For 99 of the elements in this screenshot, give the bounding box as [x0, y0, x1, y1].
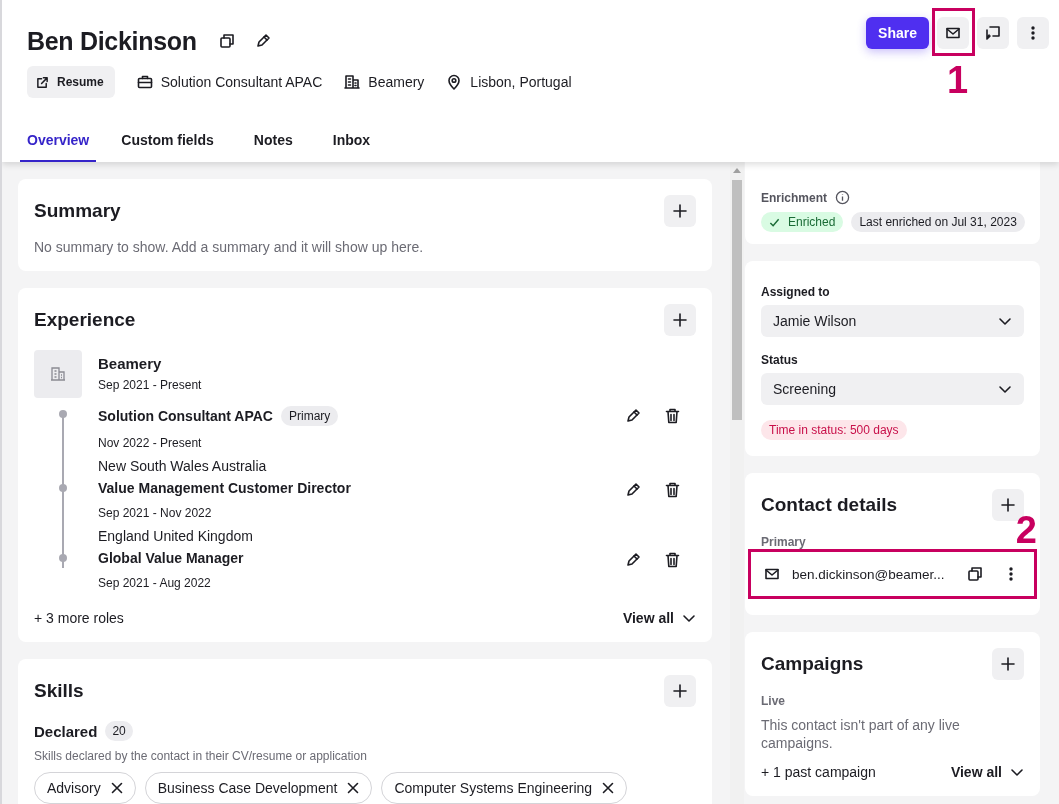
- section-title: Campaigns: [761, 653, 864, 675]
- plus-icon: [1001, 657, 1015, 671]
- more-icon: [1009, 566, 1013, 582]
- group-description: Skills declared by the contact in their CV/resume or application: [34, 749, 368, 763]
- info-icon[interactable]: [835, 190, 850, 205]
- trash-icon: [665, 482, 680, 498]
- more-icon: [1031, 25, 1035, 41]
- timeline-dot: [59, 410, 67, 418]
- section-label: Live: [761, 694, 786, 708]
- dropdown[interactable]: Jamie Wilson: [761, 305, 1024, 337]
- profile-detail: Beamery: [368, 74, 425, 90]
- edit-button[interactable]: [625, 552, 641, 568]
- reply-button[interactable]: [977, 17, 1009, 49]
- more-button[interactable]: [1009, 566, 1013, 582]
- email-button[interactable]: [937, 17, 969, 49]
- copy-button[interactable]: [967, 566, 983, 582]
- empty-message: This contact isn't part of any live campaigns.: [761, 716, 961, 753]
- date-range: Nov 2022 - Present: [98, 436, 203, 450]
- copy-icon: [967, 566, 983, 582]
- view-all-button[interactable]: View all: [950, 764, 1024, 781]
- role-title: Solution Consultant APAC: [98, 408, 273, 424]
- timeline-dot: [59, 554, 67, 562]
- add-button[interactable]: [664, 304, 696, 336]
- add-button[interactable]: [992, 648, 1024, 680]
- pencil-icon: [625, 552, 641, 568]
- email-address[interactable]: ben.dickinson@beamer...: [792, 566, 951, 582]
- building-icon: [344, 74, 361, 90]
- section-label: Primary: [761, 535, 807, 549]
- field-label: Assigned to: [761, 285, 831, 299]
- mail-icon: [764, 566, 780, 582]
- remove-icon[interactable]: [347, 782, 360, 794]
- edit-button[interactable]: [625, 408, 641, 424]
- time-in-status-pill: Time in status: 500 days: [761, 420, 907, 440]
- timeline-dot: [59, 484, 67, 492]
- section-title: Summary: [34, 200, 121, 222]
- add-button[interactable]: [664, 675, 696, 707]
- skill-tag[interactable]: Computer Systems Engineering: [381, 772, 628, 804]
- share-button[interactable]: Share: [866, 17, 929, 49]
- resume-button[interactable]: Resume: [27, 66, 115, 98]
- skill-tag[interactable]: Business Case Development: [144, 772, 373, 804]
- date-range: Sep 2021 - Nov 2022: [98, 506, 213, 520]
- remove-icon[interactable]: [602, 782, 615, 794]
- plus-icon: [673, 204, 687, 218]
- view-all-button[interactable]: View all: [622, 610, 696, 626]
- tab[interactable]: Custom fields: [120, 132, 215, 162]
- profile-detail: Solution Consultant APAC: [160, 74, 323, 90]
- field-label: Enrichment: [761, 190, 827, 205]
- trash-icon: [665, 552, 680, 568]
- section-title: Contact details: [761, 494, 898, 516]
- section-title: Skills: [34, 680, 84, 702]
- add-button[interactable]: [664, 195, 696, 227]
- briefcase-icon: [136, 74, 153, 90]
- edit-button[interactable]: [625, 482, 641, 498]
- role-location: New South Wales Australia: [98, 458, 268, 474]
- external-link-icon: [36, 75, 49, 89]
- field-label: Status: [761, 353, 799, 367]
- reply-icon: [985, 25, 1001, 41]
- profile-detail: Lisbon, Portugal: [470, 74, 572, 90]
- date-range: Sep 2021 - Aug 2022: [98, 576, 212, 590]
- profile-name: Ben Dickinson: [27, 26, 197, 56]
- past-campaign-text: + 1 past campaign: [761, 764, 876, 781]
- pencil-icon[interactable]: [254, 33, 271, 49]
- annotation-number: 1: [947, 61, 969, 99]
- location-pin-icon: [446, 74, 463, 90]
- delete-button[interactable]: [665, 408, 680, 424]
- highlight-frame: [932, 8, 975, 56]
- role-location: England United Kingdom: [98, 528, 254, 544]
- status-pill: Enriched: [761, 212, 844, 232]
- role-title: Value Management Customer Director: [98, 480, 351, 496]
- group-title: Declared: [34, 722, 98, 740]
- more-roles-text: + 3 more roles: [34, 610, 124, 626]
- annotation-number: 2: [1015, 511, 1037, 549]
- mail-icon: [945, 25, 961, 41]
- remove-icon[interactable]: [110, 782, 123, 794]
- role-title: Global Value Manager: [98, 550, 244, 566]
- primary-badge: Primary: [281, 406, 339, 426]
- company-name: Beamery: [98, 355, 163, 372]
- date-range: Sep 2021 - Present: [98, 378, 202, 392]
- company-logo: [34, 350, 82, 398]
- plus-icon: [673, 684, 687, 698]
- plus-icon: [1001, 498, 1015, 512]
- date-pill: Last enriched on Jul 31, 2023: [851, 212, 1025, 232]
- check-icon: [769, 216, 780, 228]
- tab[interactable]: Overview: [20, 132, 97, 162]
- count-badge: 20: [105, 721, 133, 741]
- tab[interactable]: Notes: [252, 132, 294, 162]
- trash-icon: [665, 408, 680, 424]
- delete-button[interactable]: [665, 482, 680, 498]
- empty-message: No summary to show. Add a summary and it will show up here.: [34, 239, 425, 255]
- dropdown[interactable]: Screening: [761, 373, 1024, 405]
- plus-icon: [673, 313, 687, 327]
- pencil-icon: [625, 482, 641, 498]
- skill-tag[interactable]: Advisory: [34, 772, 136, 804]
- copy-icon[interactable]: [218, 33, 235, 49]
- pencil-icon: [625, 408, 641, 424]
- scrollbar[interactable]: [730, 162, 744, 804]
- section-title: Experience: [34, 309, 136, 331]
- tab[interactable]: Inbox: [331, 132, 372, 162]
- delete-button[interactable]: [665, 552, 680, 568]
